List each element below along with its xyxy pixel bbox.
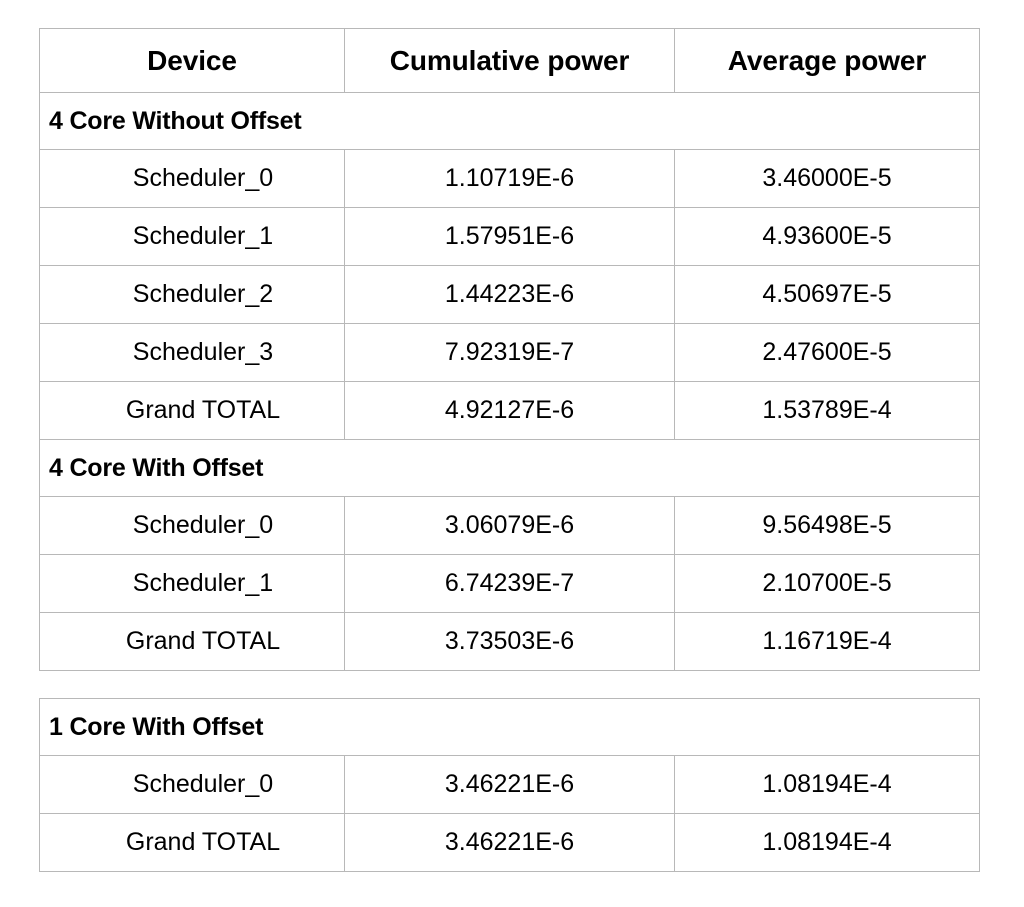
cell-device: Scheduler_2 <box>39 265 345 324</box>
table-header-row: Device Cumulative power Average power <box>39 28 980 93</box>
cell-average-power: 9.56498E-5 <box>674 496 980 555</box>
cell-cumulative-power: 1.44223E-6 <box>344 265 675 324</box>
column-header-device: Device <box>39 28 345 93</box>
table-row-total: Grand TOTAL 3.73503E-6 1.16719E-4 <box>39 612 980 671</box>
cell-cumulative-power: 4.92127E-6 <box>344 381 675 440</box>
table-row: Scheduler_1 1.57951E-6 4.93600E-5 <box>39 207 980 266</box>
table-row: Scheduler_3 7.92319E-7 2.47600E-5 <box>39 323 980 382</box>
cell-average-power: 4.50697E-5 <box>674 265 980 324</box>
cell-device: Scheduler_1 <box>39 207 345 266</box>
cell-device: Grand TOTAL <box>39 381 345 440</box>
table-row: Scheduler_0 3.06079E-6 9.56498E-5 <box>39 496 980 555</box>
table-row-total: Grand TOTAL 4.92127E-6 1.53789E-4 <box>39 381 980 440</box>
section-header-row: 4 Core With Offset <box>39 439 980 497</box>
cell-average-power: 2.47600E-5 <box>674 323 980 382</box>
cell-cumulative-power: 6.74239E-7 <box>344 554 675 613</box>
section-header-row: 1 Core With Offset <box>39 698 980 756</box>
section-title: 4 Core Without Offset <box>39 92 980 150</box>
column-header-cumulative-power: Cumulative power <box>344 28 675 93</box>
section-title: 4 Core With Offset <box>39 439 980 497</box>
table-row: Scheduler_2 1.44223E-6 4.50697E-5 <box>39 265 980 324</box>
cell-cumulative-power: 3.73503E-6 <box>344 612 675 671</box>
section-header-row: 4 Core Without Offset <box>39 92 980 150</box>
cell-average-power: 3.46000E-5 <box>674 149 980 208</box>
section-title: 1 Core With Offset <box>39 698 980 756</box>
power-summary-table-one-core: 1 Core With Offset Scheduler_0 3.46221E-… <box>39 698 980 872</box>
cell-average-power: 2.10700E-5 <box>674 554 980 613</box>
power-summary-table-four-core: Device Cumulative power Average power 4 … <box>39 28 980 671</box>
table-body: 4 Core Without Offset Scheduler_0 1.1071… <box>39 92 980 671</box>
column-header-average-power: Average power <box>674 28 980 93</box>
table-row-total: Grand TOTAL 3.46221E-6 1.08194E-4 <box>39 813 980 872</box>
cell-device: Grand TOTAL <box>39 813 345 872</box>
table-row: Scheduler_0 3.46221E-6 1.08194E-4 <box>39 755 980 814</box>
cell-device: Grand TOTAL <box>39 612 345 671</box>
cell-device: Scheduler_0 <box>39 755 345 814</box>
table-header: Device Cumulative power Average power <box>39 28 980 93</box>
cell-cumulative-power: 3.46221E-6 <box>344 755 675 814</box>
cell-cumulative-power: 1.57951E-6 <box>344 207 675 266</box>
cell-cumulative-power: 7.92319E-7 <box>344 323 675 382</box>
table-row: Scheduler_0 1.10719E-6 3.46000E-5 <box>39 149 980 208</box>
table-body: 1 Core With Offset Scheduler_0 3.46221E-… <box>39 698 980 872</box>
cell-cumulative-power: 3.46221E-6 <box>344 813 675 872</box>
cell-average-power: 4.93600E-5 <box>674 207 980 266</box>
cell-average-power: 1.08194E-4 <box>674 755 980 814</box>
cell-average-power: 1.16719E-4 <box>674 612 980 671</box>
cell-cumulative-power: 3.06079E-6 <box>344 496 675 555</box>
page-root: Device Cumulative power Average power 4 … <box>0 0 1024 907</box>
cell-average-power: 1.53789E-4 <box>674 381 980 440</box>
cell-device: Scheduler_1 <box>39 554 345 613</box>
cell-device: Scheduler_0 <box>39 149 345 208</box>
cell-device: Scheduler_3 <box>39 323 345 382</box>
table-row: Scheduler_1 6.74239E-7 2.10700E-5 <box>39 554 980 613</box>
cell-device: Scheduler_0 <box>39 496 345 555</box>
cell-cumulative-power: 1.10719E-6 <box>344 149 675 208</box>
cell-average-power: 1.08194E-4 <box>674 813 980 872</box>
